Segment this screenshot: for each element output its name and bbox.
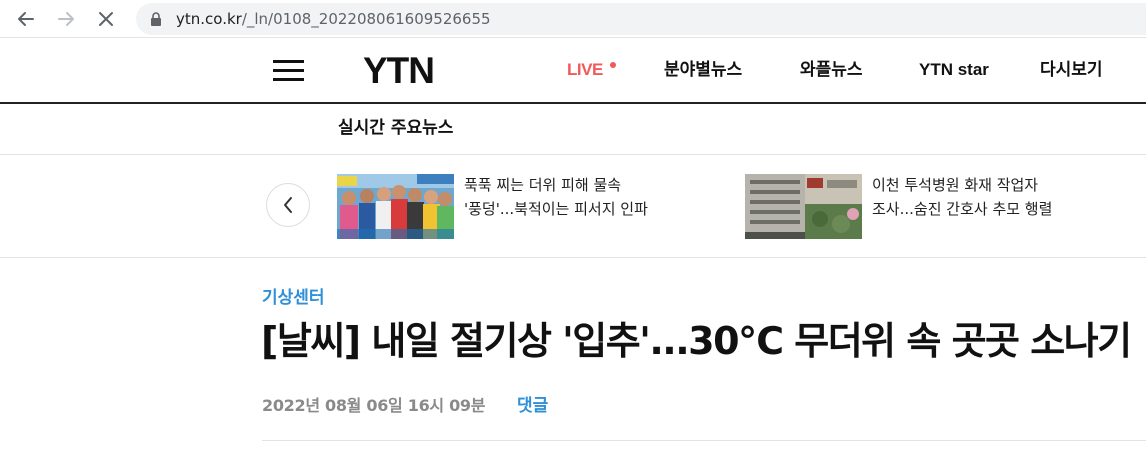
news-item-2[interactable]: 이천 투석병원 화재 작업자 조사...숨진 간호사 추모 행렬 <box>872 173 1146 221</box>
nav-replay[interactable]: 다시보기 <box>1040 58 1103 82</box>
carousel-prev-button[interactable] <box>266 183 310 227</box>
url-text[interactable]: ytn.co.kr/_ln/0108_202208061609526655 <box>176 3 491 35</box>
news-item-1[interactable]: 푹푹 찌는 더위 피해 물속 '풍덩'...북적이는 피서지 인파 <box>464 173 744 221</box>
nav-live[interactable]: LIVE <box>567 58 603 82</box>
nav-wapeul-news[interactable]: 와플뉴스 <box>800 58 863 82</box>
divider <box>262 440 1146 441</box>
nav-ytn-star[interactable]: YTN star <box>919 58 989 82</box>
lock-icon[interactable] <box>150 12 162 26</box>
divider <box>0 154 1146 155</box>
news-item-line: 이천 투석병원 화재 작업자 <box>872 176 1039 194</box>
news-thumbnail[interactable] <box>337 174 454 239</box>
news-item-line: '풍덩'...북적이는 피서지 인파 <box>464 200 648 218</box>
comment-link[interactable]: 댓글 <box>517 393 548 419</box>
address-bar[interactable]: ytn.co.kr/_ln/0108_202208061609526655 <box>136 3 1146 35</box>
url-path: /_ln/0108_202208061609526655 <box>241 10 491 28</box>
chevron-left-icon <box>284 197 292 213</box>
article-date: 2022년 08월 06일 16시 09분 <box>262 396 486 415</box>
live-dot-icon <box>610 62 616 68</box>
ytn-logo[interactable]: YTN <box>363 52 435 90</box>
article-headline: [날씨] 내일 절기상 '입추'...30℃ 무더위 속 곳곳 소나기 <box>261 319 1132 363</box>
news-item-line: 조사...숨진 간호사 추모 행렬 <box>872 200 1053 218</box>
url-domain: ytn.co.kr <box>176 10 242 28</box>
hamburger-menu-icon[interactable] <box>273 60 305 82</box>
news-item-line: 푹푹 찌는 더위 피해 물속 <box>464 176 622 194</box>
arrow-right-icon[interactable] <box>52 5 80 33</box>
nav-section-news[interactable]: 분야별뉴스 <box>664 58 742 82</box>
arrow-left-icon[interactable] <box>12 5 40 33</box>
news-thumbnail[interactable] <box>745 174 862 239</box>
browser-toolbar: ytn.co.kr/_ln/0108_202208061609526655 <box>0 0 1146 38</box>
site-header: YTN LIVE 분야별뉴스 와플뉴스 YTN star 다시보기 <box>0 38 1146 104</box>
article-category[interactable]: 기상센터 <box>262 286 325 310</box>
divider <box>0 257 1146 258</box>
close-icon[interactable] <box>92 5 120 33</box>
realtime-news-title: 실시간 주요뉴스 <box>338 118 454 138</box>
